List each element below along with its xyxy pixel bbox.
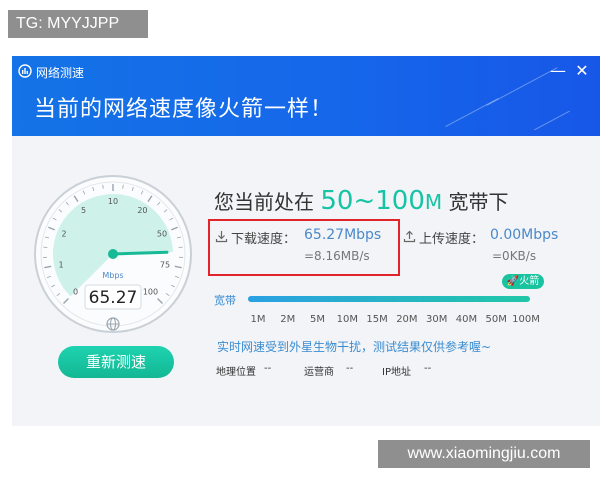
- speedtest-window: 网络测速 — ✕ 当前的网络速度像火箭一样！ 0 1 2 5 10 20 50 75 100 M…: [12, 56, 600, 426]
- retest-button[interactable]: 重新测速: [58, 346, 174, 378]
- location-value: --: [264, 363, 272, 374]
- speedometer-logo-icon: [18, 64, 32, 78]
- gauge-tick-label: 75: [160, 260, 170, 269]
- bandwidth-tick-label: 10M: [336, 314, 359, 325]
- upload-sub: =0KB/s: [492, 249, 537, 263]
- site-watermark: www.xiaomingjiu.com: [378, 440, 590, 468]
- bandwidth-bar-fill: [248, 296, 530, 302]
- upload-value: 0.00Mbps: [490, 227, 559, 243]
- gauge-tick-label: 100: [143, 287, 158, 296]
- headline: 当前的网络速度像火箭一样！: [34, 97, 334, 122]
- speed-gauge: 0 1 2 5 10 20 50 75 100 Mbps 65.27: [34, 175, 192, 333]
- gauge-tick-label: 1: [58, 260, 63, 269]
- gauge-tick-label: 2: [61, 230, 66, 239]
- result-unit: M: [424, 190, 443, 214]
- bandwidth-tick-label: 20M: [396, 314, 418, 325]
- gauge-tick-label: 10: [108, 197, 118, 206]
- rocket-badge-label: 火箭: [519, 276, 540, 287]
- disclaimer-note[interactable]: 实时网速受到外星生物干扰，测试结果仅供参考喔~: [217, 338, 491, 355]
- gauge-tick-label: 0: [73, 287, 78, 296]
- gauge-value: 65.27: [89, 288, 138, 308]
- upload-label: 上传速度：: [419, 232, 485, 247]
- gauge-tick-label: 50: [157, 230, 167, 239]
- gauge-unit-label: Mbps: [102, 271, 123, 280]
- window-title: 网络测速: [36, 66, 85, 80]
- close-button[interactable]: ✕: [572, 62, 592, 82]
- bandwidth-tick-label: 5M: [310, 314, 326, 325]
- bandwidth-bar: [248, 296, 530, 302]
- ip-label: IP地址: [382, 367, 411, 378]
- bandwidth-tick-label: 100M: [512, 314, 540, 325]
- minimize-button[interactable]: —: [548, 62, 568, 82]
- bandwidth-label: 宽带: [214, 294, 236, 307]
- bandwidth-tick-label: 50M: [485, 314, 507, 325]
- title-bar: 网络测速 — ✕ 当前的网络速度像火箭一样！: [12, 56, 600, 136]
- bandwidth-tick-label: 2M: [280, 314, 296, 325]
- upload-icon: [403, 230, 416, 243]
- rocket-badge: 🚀火箭: [502, 274, 544, 289]
- bandwidth-tick-label: 15M: [366, 314, 388, 325]
- result-suffix: 宽带下: [442, 190, 509, 214]
- gauge-needle-hub: [108, 249, 118, 259]
- bandwidth-result: 您当前处在 50~100M 宽带下: [214, 186, 508, 216]
- bandwidth-tick-label: 30M: [425, 314, 448, 325]
- bandwidth-tick-label: 1M: [250, 314, 266, 325]
- download-sub: =8.16MB/s: [304, 249, 370, 263]
- result-range: 50~100: [320, 186, 425, 216]
- tg-overlay-label: TG: MYYJJPP: [8, 10, 148, 38]
- isp-label: 运营商: [304, 367, 334, 378]
- download-label: 下载速度：: [231, 232, 297, 247]
- download-icon: [215, 231, 228, 243]
- result-prefix: 您当前处在: [214, 190, 321, 214]
- gauge-needle: [111, 250, 169, 256]
- ip-value: --: [424, 363, 432, 374]
- gauge-tick-label: 5: [81, 206, 86, 215]
- bandwidth-tick-label: 40M: [455, 314, 478, 325]
- gauge-tick-label: 20: [137, 206, 147, 215]
- download-value: 65.27Mbps: [304, 227, 382, 243]
- isp-value: --: [346, 363, 354, 374]
- rocket-icon: 🚀: [506, 276, 520, 287]
- location-label: 地理位置: [216, 367, 256, 378]
